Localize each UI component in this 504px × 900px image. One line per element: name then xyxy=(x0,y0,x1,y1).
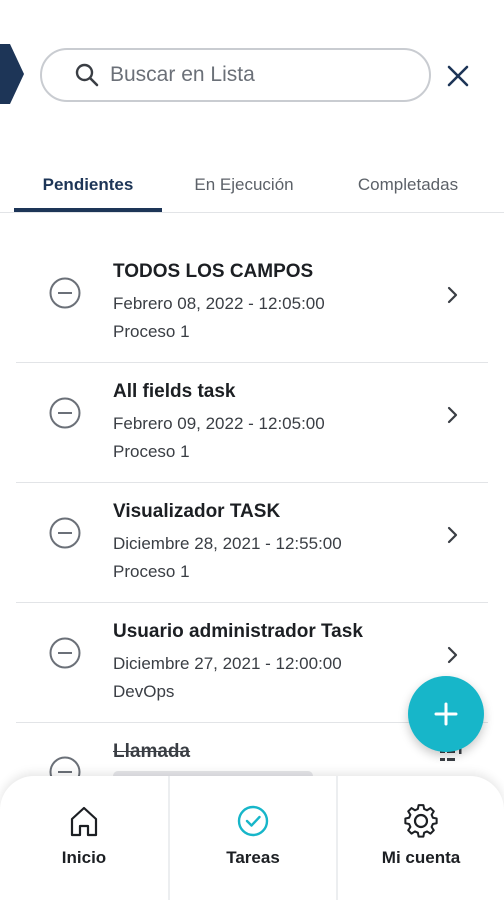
nav-item-inicio[interactable]: Inicio xyxy=(0,776,168,900)
search-input[interactable] xyxy=(110,63,400,87)
chevron-right-icon xyxy=(447,646,458,664)
task-process: DevOps xyxy=(113,682,175,701)
add-task-button[interactable] xyxy=(408,676,484,752)
tab-completadas[interactable]: Completadas xyxy=(334,158,482,212)
task-process: Proceso 1 xyxy=(113,442,190,461)
tab-en-ejecucion[interactable]: En Ejecución xyxy=(170,158,318,212)
nav-label: Mi cuenta xyxy=(381,848,461,867)
task-date: Febrero 09, 2022 - 12:05:00 xyxy=(113,414,325,433)
nav-label: Tareas xyxy=(226,848,280,867)
task-date: Diciembre 28, 2021 - 12:55:00 xyxy=(113,534,342,553)
task-title: Llamada xyxy=(113,741,191,762)
minus-circle-icon xyxy=(49,277,81,309)
plus-icon xyxy=(434,702,458,726)
task-process: Proceso 1 xyxy=(113,562,190,581)
nav-label: Inicio xyxy=(61,848,107,867)
task-title: TODOS LOS CAMPOS xyxy=(113,261,314,282)
task-date: Febrero 08, 2022 - 12:05:00 xyxy=(113,294,325,313)
minus-circle-icon xyxy=(49,637,81,669)
chevron-right-icon xyxy=(447,526,458,544)
chevron-right-icon xyxy=(447,406,458,424)
back-tab-icon xyxy=(0,44,24,104)
task-row[interactable]: All fields task Febrero 09, 2022 - 12:05… xyxy=(16,363,488,483)
chevron-right-icon xyxy=(447,286,458,304)
nav-item-mi-cuenta[interactable]: Mi cuenta xyxy=(338,776,504,900)
task-row[interactable]: Visualizador TASK Diciembre 28, 2021 - 1… xyxy=(16,483,488,603)
search-icon xyxy=(75,63,99,87)
nav-item-tareas[interactable]: Tareas xyxy=(170,776,336,900)
close-icon xyxy=(447,65,469,87)
task-title: Visualizador TASK xyxy=(113,501,281,522)
home-icon xyxy=(70,806,98,837)
check-circle-icon xyxy=(237,805,269,837)
active-tab-indicator xyxy=(14,208,162,212)
task-row[interactable]: TODOS LOS CAMPOS Febrero 08, 2022 - 12:0… xyxy=(16,243,488,363)
back-button[interactable] xyxy=(0,44,24,104)
minus-circle-icon xyxy=(49,397,81,429)
status-tabs: Pendientes En Ejecución Completadas xyxy=(0,158,504,213)
task-process: Proceso 1 xyxy=(113,322,190,341)
gear-icon xyxy=(404,804,438,838)
minus-circle-icon xyxy=(49,517,81,549)
close-search-button[interactable] xyxy=(443,61,473,91)
task-list: TODOS LOS CAMPOS Febrero 08, 2022 - 12:0… xyxy=(0,243,504,723)
tab-pendientes[interactable]: Pendientes xyxy=(14,158,162,212)
task-date: Diciembre 27, 2021 - 12:00:00 xyxy=(113,654,342,673)
task-title: Usuario administrador Task xyxy=(113,621,363,642)
task-title: All fields task xyxy=(113,381,236,402)
bottom-nav: Inicio Tareas Mi cuenta xyxy=(0,776,504,900)
search-bar[interactable] xyxy=(40,48,431,102)
